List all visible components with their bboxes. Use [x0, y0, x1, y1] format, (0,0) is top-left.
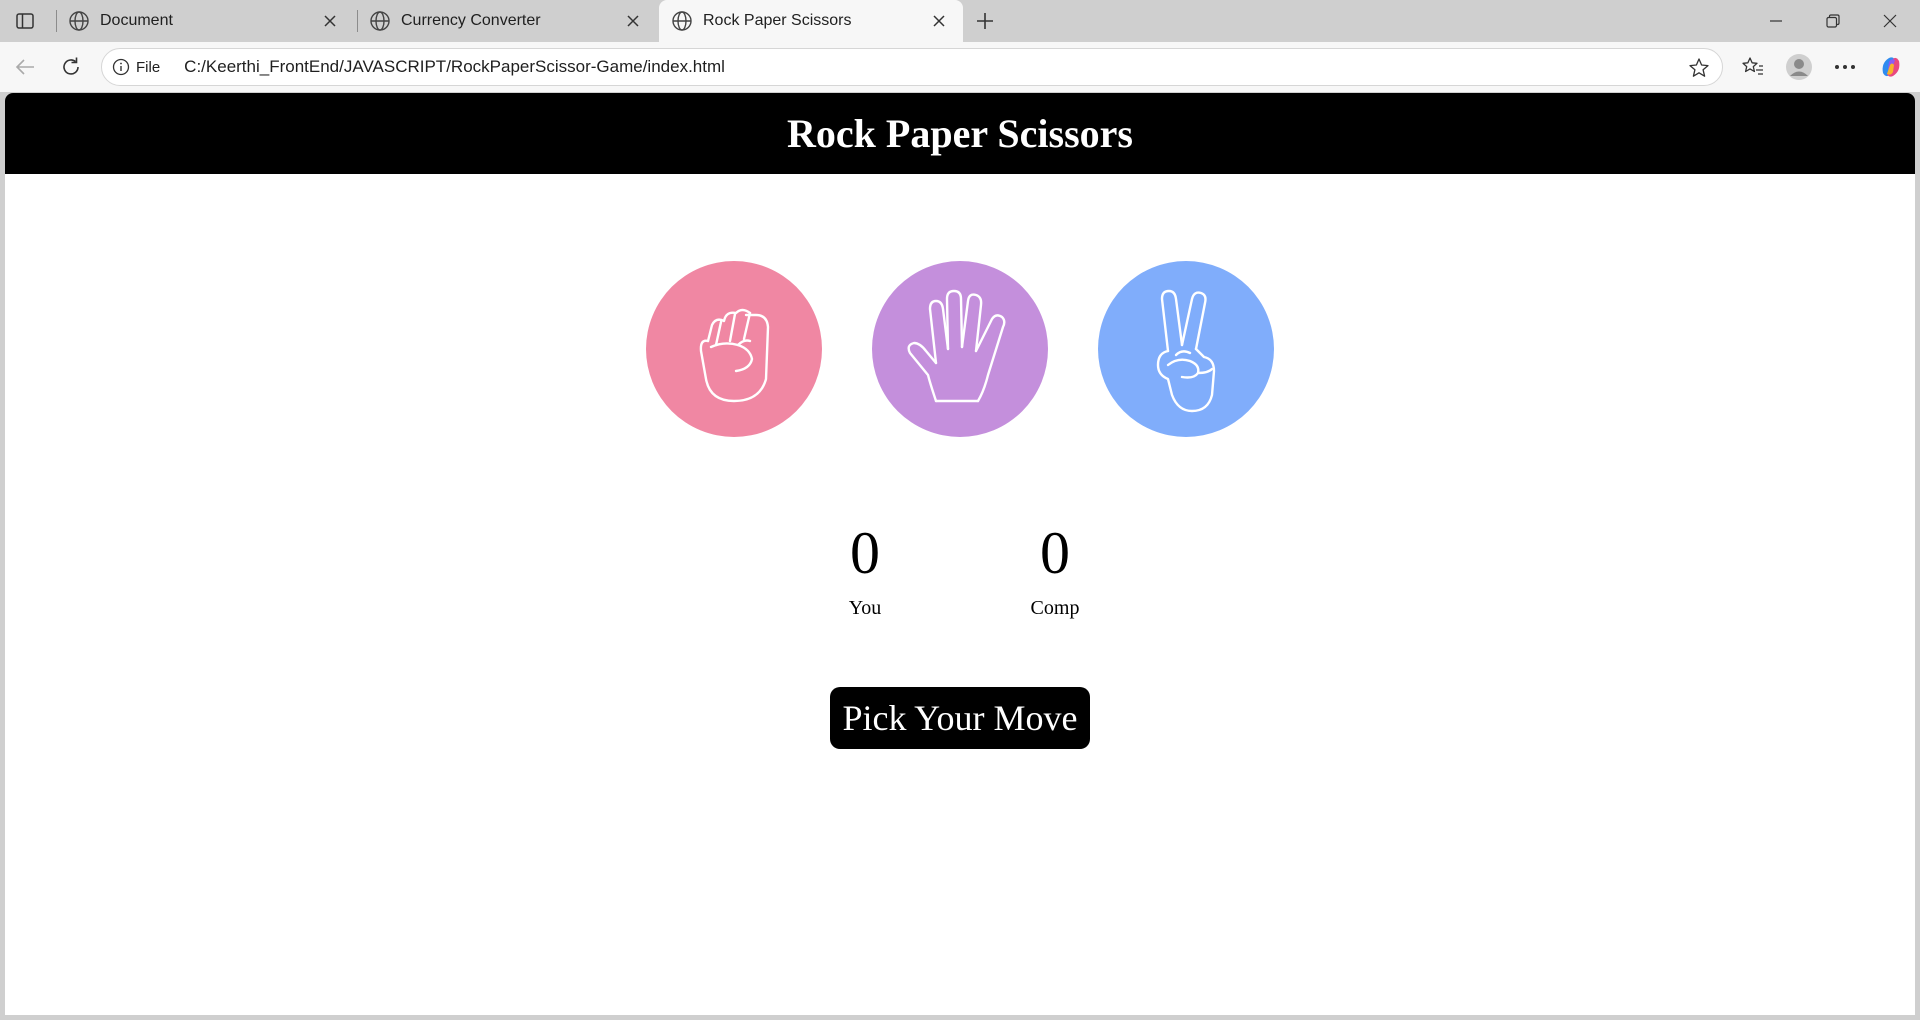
page-viewport: Rock Paper Scissors 0 You 0 Comp Pick Yo… [5, 93, 1915, 1015]
globe-icon [69, 11, 89, 31]
close-tab-icon[interactable] [320, 11, 340, 31]
scheme-label: File [136, 58, 161, 76]
new-tab-plus-icon[interactable] [970, 6, 1000, 36]
browser-toolbar: File C:/Keerthi_FrontEnd/JAVASCRIPT/Rock… [0, 42, 1920, 92]
site-info-button[interactable]: File [112, 58, 160, 76]
tab-document[interactable]: Document [56, 0, 354, 42]
favorite-star-icon[interactable] [1686, 55, 1712, 81]
copilot-icon[interactable] [1874, 51, 1908, 83]
paper-hand-icon [907, 289, 1006, 403]
status-message: Pick Your Move [830, 687, 1090, 749]
choices-row [5, 261, 1915, 437]
tab-strip: Document Currency Converter Rock Paper S… [0, 0, 1920, 42]
back-arrow-icon[interactable] [8, 51, 42, 83]
choice-paper[interactable] [872, 261, 1048, 437]
globe-icon [370, 11, 390, 31]
close-tab-icon[interactable] [929, 11, 949, 31]
favorites-list-icon[interactable] [1736, 51, 1770, 83]
choice-rock[interactable] [646, 261, 822, 437]
user-score-label: You [848, 597, 882, 619]
tab-title: Currency Converter [401, 12, 541, 29]
reload-icon[interactable] [54, 51, 88, 83]
comp-score: 0 Comp [1005, 523, 1105, 620]
profile-avatar-icon[interactable] [1782, 51, 1816, 83]
comp-score-label: Comp [1030, 597, 1080, 619]
tab-currency-converter[interactable]: Currency Converter [357, 0, 657, 42]
globe-icon [672, 11, 692, 31]
tab-title: Rock Paper Scissors [703, 12, 852, 29]
user-score-value: 0 [850, 520, 880, 586]
more-options-icon[interactable] [1828, 51, 1862, 83]
close-tab-icon[interactable] [623, 11, 643, 31]
sidebar-toggle-icon[interactable] [10, 8, 40, 34]
choice-scissors[interactable] [1098, 261, 1274, 437]
info-icon [112, 58, 130, 76]
scissors-hand-icon [1156, 289, 1216, 413]
minimize-icon[interactable] [1748, 0, 1804, 42]
page-header: Rock Paper Scissors [5, 93, 1915, 174]
close-window-icon[interactable] [1862, 0, 1918, 42]
tab-title: Document [100, 12, 173, 29]
comp-score-value: 0 [1040, 520, 1070, 586]
address-bar[interactable]: File C:/Keerthi_FrontEnd/JAVASCRIPT/Rock… [101, 48, 1723, 86]
scoreboard: 0 You 0 Comp [5, 523, 1915, 620]
message-container: Pick Your Move [5, 687, 1915, 749]
page-title: Rock Paper Scissors [787, 111, 1133, 156]
user-score: 0 You [815, 523, 915, 620]
restore-icon[interactable] [1805, 0, 1861, 42]
rock-hand-icon [699, 308, 770, 403]
url-text[interactable]: C:/Keerthi_FrontEnd/JAVASCRIPT/RockPaper… [184, 57, 725, 77]
tab-rock-paper-scissors[interactable]: Rock Paper Scissors [659, 0, 963, 42]
